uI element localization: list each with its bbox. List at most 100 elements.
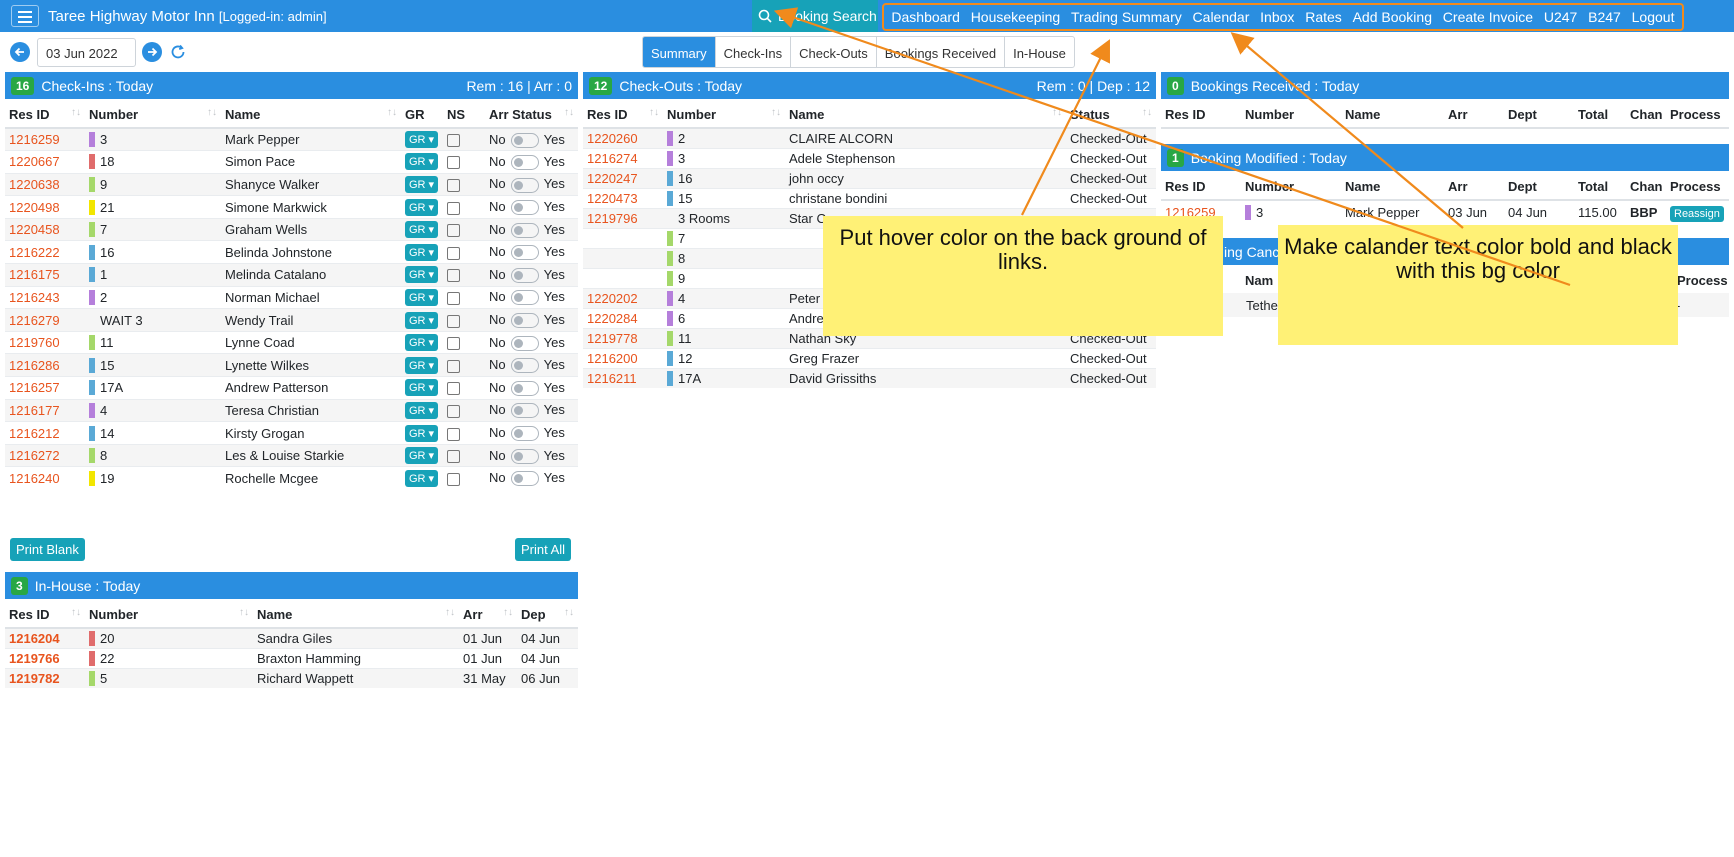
no-show-checkbox[interactable]	[447, 450, 460, 464]
gr-dropdown[interactable]: GR ▾	[405, 266, 439, 284]
res-id-link[interactable]: 1220638	[5, 172, 85, 196]
res-id-link[interactable]	[583, 227, 663, 248]
gr-dropdown[interactable]: GR ▾	[405, 356, 439, 374]
next-day-button[interactable]	[142, 42, 162, 62]
col-number[interactable]: Number ↑↓	[85, 601, 253, 629]
col-name[interactable]: Name ↑↓	[785, 101, 1066, 129]
gr-dropdown[interactable]: GR ▾	[405, 175, 439, 193]
no-show-checkbox[interactable]	[447, 291, 460, 305]
arrival-status-toggle[interactable]	[510, 177, 539, 193]
gr-dropdown[interactable]: GR ▾	[405, 447, 439, 465]
gr-dropdown[interactable]: GR ▾	[405, 379, 439, 397]
res-id-link[interactable]: 1219796	[583, 207, 663, 228]
no-show-checkbox[interactable]	[447, 382, 460, 396]
arrival-status-toggle[interactable]	[510, 200, 539, 216]
nav-dashboard[interactable]: Dashboard	[891, 9, 960, 25]
res-id-link[interactable]: 1216279	[5, 308, 85, 332]
res-id-link[interactable]: 1216257	[5, 376, 85, 400]
no-show-checkbox[interactable]	[447, 427, 460, 441]
nav-inbox[interactable]: Inbox	[1260, 9, 1294, 25]
col-dep[interactable]: Dep ↑↓	[517, 601, 578, 629]
date-input[interactable]: 03 Jun 2022	[37, 38, 136, 67]
col-arr-status[interactable]: Arr Status ↑↓	[485, 101, 578, 129]
gr-dropdown[interactable]: GR ▾	[405, 243, 439, 261]
no-show-checkbox[interactable]	[447, 134, 460, 148]
res-id-link[interactable]: 1216200	[583, 347, 663, 368]
tab-bookings-received[interactable]: Bookings Received	[877, 37, 1006, 67]
arrival-status-toggle[interactable]	[510, 403, 539, 419]
res-id-link[interactable]: 1220260	[583, 127, 663, 148]
gr-dropdown[interactable]: GR ▾	[405, 424, 439, 442]
res-id-link[interactable]: 1216243	[5, 285, 85, 309]
res-id-link[interactable]: 1216274	[583, 147, 663, 168]
gr-dropdown[interactable]: GR ▾	[405, 334, 439, 352]
res-id-link[interactable]: 1216272	[5, 443, 85, 467]
res-id-link[interactable]: 1220667	[5, 150, 85, 174]
res-id-link[interactable]: 1220498	[5, 195, 85, 219]
reassign-button[interactable]: Reassign	[1670, 206, 1724, 222]
res-id-link[interactable]: 1216259	[5, 127, 85, 151]
res-id-link[interactable]: 1216175	[5, 263, 85, 287]
res-id-link[interactable]: 1219778	[583, 327, 663, 348]
res-id-link[interactable]: 1216177	[5, 398, 85, 422]
arrival-status-toggle[interactable]	[510, 132, 539, 148]
res-id-link[interactable]	[583, 247, 663, 268]
res-id-link[interactable]: 1220473	[583, 187, 663, 208]
no-show-checkbox[interactable]	[447, 269, 460, 283]
gr-dropdown[interactable]: GR ▾	[405, 469, 439, 487]
booking-search-link[interactable]: Booking Search	[752, 0, 878, 32]
res-id-link[interactable]: 1219766	[5, 647, 85, 668]
refresh-icon[interactable]	[168, 42, 188, 62]
no-show-checkbox[interactable]	[447, 472, 460, 486]
arrival-status-toggle[interactable]	[510, 380, 539, 396]
nav-trading-summary[interactable]: Trading Summary	[1071, 9, 1182, 25]
res-id-link[interactable]	[583, 267, 663, 288]
print-blank-button[interactable]: Print Blank	[10, 538, 85, 561]
arrival-status-toggle[interactable]	[510, 222, 539, 238]
res-id-link[interactable]: 1216211	[583, 367, 663, 388]
tab-check-outs[interactable]: Check-Outs	[791, 37, 877, 67]
prev-day-button[interactable]	[10, 42, 30, 62]
tab-in-house[interactable]: In-House	[1005, 37, 1074, 67]
gr-dropdown[interactable]: GR ▾	[405, 221, 439, 239]
nav-add-booking[interactable]: Add Booking	[1353, 9, 1432, 25]
col-number[interactable]: Number ↑↓	[663, 101, 785, 129]
arrival-status-toggle[interactable]	[510, 471, 539, 487]
res-id-link[interactable]: 1220458	[5, 217, 85, 241]
res-id-link[interactable]: 1216212	[5, 421, 85, 445]
no-show-checkbox[interactable]	[447, 337, 460, 351]
res-id-link[interactable]: 1219760	[5, 330, 85, 354]
col-res-id[interactable]: Res ID ↑↓	[5, 601, 85, 629]
menu-toggle-icon[interactable]	[11, 5, 39, 27]
no-show-checkbox[interactable]	[447, 359, 460, 373]
no-show-checkbox[interactable]	[447, 224, 460, 238]
tab-summary[interactable]: Summary	[643, 37, 716, 67]
res-id-link[interactable]: 1220247	[583, 167, 663, 188]
nav-housekeeping[interactable]: Housekeeping	[971, 9, 1061, 25]
arrival-status-toggle[interactable]	[510, 267, 539, 283]
col-status[interactable]: Status ↑↓	[1066, 101, 1156, 129]
nav-create-invoice[interactable]: Create Invoice	[1443, 9, 1533, 25]
arrival-status-toggle[interactable]	[510, 358, 539, 374]
arrival-status-toggle[interactable]	[510, 448, 539, 464]
nav-b247[interactable]: B247	[1588, 9, 1621, 25]
gr-dropdown[interactable]: GR ▾	[405, 311, 439, 329]
arrival-status-toggle[interactable]	[510, 426, 539, 442]
nav-u247[interactable]: U247	[1544, 9, 1577, 25]
res-id-link[interactable]: 1220202	[583, 287, 663, 308]
gr-dropdown[interactable]: GR ▾	[405, 198, 439, 216]
arrival-status-toggle[interactable]	[510, 313, 539, 329]
no-show-checkbox[interactable]	[447, 179, 460, 193]
res-id-link[interactable]: 1220284	[583, 307, 663, 328]
res-id-link[interactable]: 1216286	[5, 353, 85, 377]
res-id-link[interactable]: 1219782	[5, 667, 85, 688]
res-id-link[interactable]: 1216222	[5, 240, 85, 264]
arrival-status-toggle[interactable]	[510, 290, 539, 306]
col-res-id[interactable]: Res ID ↑↓	[5, 101, 85, 129]
gr-dropdown[interactable]: GR ▾	[405, 131, 439, 149]
gr-dropdown[interactable]: GR ▾	[405, 288, 439, 306]
col-name[interactable]: Name ↑↓	[221, 101, 401, 129]
gr-dropdown[interactable]: GR ▾	[405, 401, 439, 419]
no-show-checkbox[interactable]	[447, 246, 460, 260]
gr-dropdown[interactable]: GR ▾	[405, 153, 439, 171]
